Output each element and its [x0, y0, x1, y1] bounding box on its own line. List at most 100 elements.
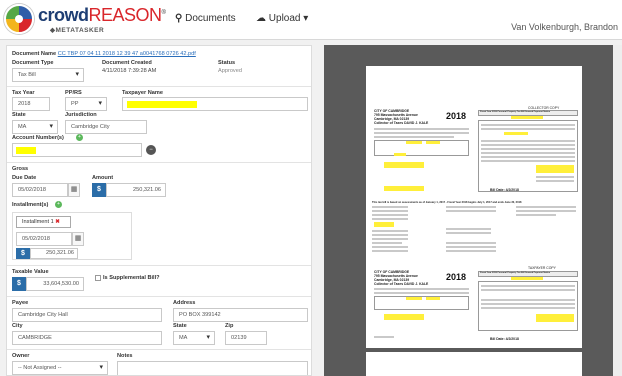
taxpayer-name-label: Taxpayer Name	[122, 90, 163, 96]
nav-upload[interactable]: ☁ Upload ▾	[256, 13, 308, 24]
redacted-highlight	[127, 101, 197, 108]
preview-highlight	[384, 162, 424, 168]
divider	[7, 86, 311, 87]
preview-highlight	[406, 141, 422, 144]
dollar-icon: $	[92, 183, 106, 197]
document-type-label: Document Type	[12, 60, 54, 66]
logo-subtitle: ◆METATASKER	[50, 27, 105, 34]
amount-input[interactable]: 250,321.06	[106, 183, 166, 197]
state-label: State	[12, 112, 26, 118]
payee-state-label: State	[173, 323, 187, 329]
preview-page-1: CITY OF CAMBRIDGE 795 Massachusetts Aven…	[366, 66, 582, 262]
nav-documents[interactable]: ⚲ Documents	[175, 13, 236, 24]
nav-documents-label: Documents	[185, 13, 236, 24]
logo-text: crowdREASON®	[38, 5, 166, 25]
preview-highlight	[511, 277, 543, 280]
installment-card: Installment 1 ✖ 05/02/2018 ▦ $ 250,321.0…	[12, 212, 132, 260]
document-form-panel: Document Name CC TBP 07 04 11 2018 12 39…	[6, 45, 312, 376]
chevron-down-icon: ▾	[303, 13, 309, 24]
divider	[7, 162, 311, 163]
document-viewer[interactable]: CITY OF CAMBRIDGE 795 Massachusetts Aven…	[324, 45, 622, 376]
due-date-label: Due Date	[12, 175, 37, 181]
payee-input[interactable]: Cambridge City Hall	[12, 308, 162, 322]
jurisdiction-input[interactable]: Cambridge City	[65, 120, 147, 134]
preview-bill-date: Bill Date: 4/2/2018	[490, 337, 519, 341]
status-value: Approved	[218, 68, 242, 74]
add-account-icon[interactable]: +	[76, 134, 83, 141]
taxable-value-label: Taxable Value	[12, 269, 49, 275]
preview-highlight	[504, 132, 528, 135]
preview-copy-label: TAXPAYER COPY	[528, 266, 556, 270]
gross-section-label: Gross	[12, 166, 29, 172]
installment-tab[interactable]: Installment 1 ✖	[16, 216, 71, 228]
calendar-icon[interactable]: ▦	[68, 183, 80, 197]
address-input[interactable]: PO BOX 399142	[173, 308, 308, 322]
add-installment-icon[interactable]: +	[55, 201, 62, 208]
installment-amount-input[interactable]: 250,321.06	[30, 248, 78, 259]
payee-label: Payee	[12, 300, 29, 306]
divider	[7, 265, 311, 266]
preview-year: 2018	[446, 111, 467, 121]
owner-label: Owner	[12, 353, 30, 359]
city-label: City	[12, 323, 23, 329]
dollar-icon: $	[16, 248, 30, 259]
preview-year: 2018	[446, 272, 467, 282]
user-menu[interactable]: Van Volkenburgh, Brandon	[511, 22, 618, 32]
calendar-icon[interactable]: ▦	[72, 232, 84, 246]
zip-input[interactable]: 02139	[225, 331, 267, 345]
document-created-label: Document Created	[102, 60, 152, 66]
city-input[interactable]: CAMBRIDGE	[12, 331, 162, 345]
supplemental-checkbox[interactable]	[95, 275, 101, 281]
notes-textarea[interactable]	[117, 361, 308, 375]
preview-page-3	[366, 352, 582, 376]
taxable-value-input[interactable]: 33,604,530.00	[26, 277, 84, 291]
amount-label: Amount	[92, 175, 114, 181]
tax-year-label: Tax Year	[12, 90, 35, 96]
preview-highlight	[426, 141, 440, 144]
pprs-select[interactable]: PP	[65, 97, 107, 111]
installment-date-input[interactable]: 05/02/2018	[16, 232, 72, 246]
preview-collector: Collector of Taxes DAVID J. KALE	[374, 121, 429, 125]
notes-label: Notes	[117, 353, 133, 359]
viewer-scrollbar[interactable]	[613, 45, 622, 376]
payee-state-select[interactable]: MA	[173, 331, 215, 345]
account-number-input[interactable]	[12, 143, 142, 157]
status-label: Status	[218, 60, 236, 66]
preview-bill-date: Bill Date: 4/2/2018	[490, 188, 519, 192]
taxpayer-name-input[interactable]	[122, 97, 308, 111]
installments-label: Installment(s)	[12, 202, 49, 208]
preview-highlight	[511, 116, 543, 119]
preview-highlight	[406, 297, 422, 300]
preview-highlight	[374, 222, 394, 227]
preview-collector: Collector of Taxes DAVID J. KALE	[374, 282, 429, 286]
divider	[7, 296, 311, 297]
preview-highlight	[384, 314, 424, 320]
document-name-link[interactable]: CC TBP 07 04 11 2018 12 39 47 a0041768 0…	[58, 51, 196, 57]
preview-highlight	[536, 314, 574, 322]
preview-info-text: This tax bill is based on assessments as…	[372, 201, 522, 204]
document-type-select[interactable]: Tax Bill	[12, 68, 84, 82]
preview-highlight	[536, 165, 574, 173]
search-icon: ⚲	[175, 13, 183, 24]
state-select[interactable]: MA	[12, 120, 58, 134]
redacted-highlight	[16, 147, 36, 154]
top-navbar: crowdREASON® ◆METATASKER ⚲ Documents ☁ U…	[0, 0, 622, 40]
account-number-label: Account Number(s)	[12, 135, 64, 141]
app-logo[interactable]: crowdREASON® ◆METATASKER	[4, 3, 166, 37]
document-name-label: Document Name CC TBP 07 04 11 2018 12 39…	[12, 51, 196, 57]
due-date-input[interactable]: 05/02/2018	[12, 183, 68, 197]
owner-select[interactable]: -- Not Assigned --	[12, 361, 108, 375]
preview-highlight	[384, 186, 424, 191]
preview-highlight	[426, 297, 440, 300]
logo-mark-icon	[4, 4, 34, 34]
preview-page-2: TAXPAYER COPY CITY OF CAMBRIDGE 795 Mass…	[366, 262, 582, 348]
remove-icon[interactable]: ✖	[55, 219, 60, 225]
preview-header: Fiscal Year 2018 Personal Property Tax B…	[480, 111, 551, 113]
preview-highlight	[394, 153, 406, 156]
remove-account-icon[interactable]: −	[146, 145, 156, 155]
pprs-label: PP/RS	[65, 90, 82, 96]
tax-year-input[interactable]: 2018	[12, 97, 50, 111]
document-created-value: 4/11/2018 7:39:28 AM	[102, 68, 157, 74]
preview-header: Fiscal Year 2018 Personal Property Tax B…	[480, 272, 551, 274]
supplemental-label: Is Supplemental Bill?	[103, 275, 160, 281]
